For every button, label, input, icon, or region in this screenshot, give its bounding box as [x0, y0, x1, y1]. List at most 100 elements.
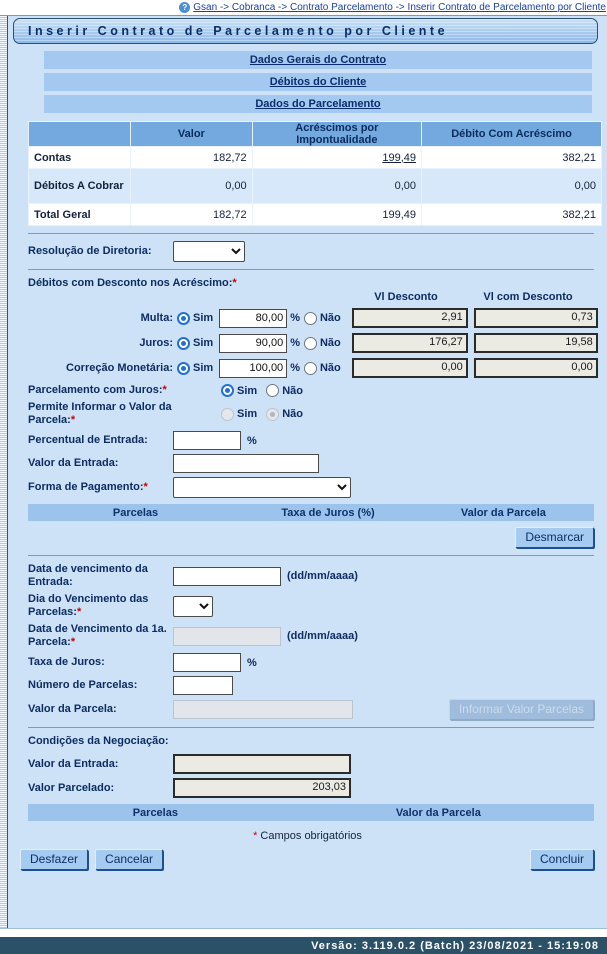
- total-valor: 182,72: [131, 204, 253, 226]
- forma-pagamento-select[interactable]: [173, 477, 351, 498]
- correcao-vl-desconto-field: 0,00: [352, 358, 468, 378]
- dia-vencimento-label: Dia do Vencimento das Parcelas:: [28, 593, 148, 618]
- main-content: Inserir Contrato de Parcelamento por Cli…: [8, 16, 607, 929]
- page-title: Inserir Contrato de Parcelamento por Cli…: [14, 24, 448, 38]
- debitos-acrescimos: 0,00: [252, 169, 421, 204]
- version-text: Versão: 3.119.0.2 (Batch) 23/08/2021 - 1…: [311, 940, 599, 952]
- data-1a-parcela-label: Data de Vencimento da 1a. Parcela:: [28, 623, 167, 648]
- multa-sim-label: Sim: [193, 312, 213, 324]
- parcelamento-juros-label: Parcelamento com Juros:: [28, 384, 163, 396]
- col-parcelas: Parcelas: [28, 807, 283, 819]
- desfazer-button[interactable]: Desfazer: [20, 849, 88, 870]
- percentual-entrada-label: Percentual de Entrada:: [28, 434, 173, 447]
- condicoes-negociacao-label: Condições da Negociação:: [28, 735, 173, 748]
- required-asterisk: *: [163, 384, 167, 396]
- data-vencimento-entrada-label: Data de vencimento da Entrada:: [28, 563, 173, 589]
- header-valor: Valor: [131, 122, 253, 147]
- header-acrescimos: Acréscimos por Impontualidade: [252, 122, 421, 147]
- juros-percent-input[interactable]: [219, 334, 287, 353]
- breadcrumb[interactable]: Gsan -> Cobranca -> Contrato Parcelament…: [193, 2, 606, 13]
- header-empty: [29, 122, 131, 147]
- parcelamento-juros-nao-radio[interactable]: [266, 384, 279, 397]
- multa-percent-input[interactable]: [219, 309, 287, 328]
- correcao-sim-label: Sim: [193, 362, 213, 374]
- debitos-valor: 0,00: [131, 169, 253, 204]
- link-dados-parcelamento[interactable]: Dados do Parcelamento: [255, 98, 380, 110]
- parcelamento-juros-sim-radio[interactable]: [221, 384, 234, 397]
- divider: [28, 233, 594, 234]
- divider: [28, 727, 594, 728]
- multa-sim-radio[interactable]: [177, 312, 190, 325]
- valor-entrada-label: Valor da Entrada:: [28, 457, 173, 470]
- valor-entrada-input[interactable]: [173, 454, 319, 473]
- juros-sim-radio[interactable]: [177, 337, 190, 350]
- concluir-button[interactable]: Concluir: [530, 849, 594, 870]
- multa-nao-label: Não: [320, 312, 341, 324]
- link-debitos-cliente[interactable]: Débitos do Cliente: [270, 76, 367, 88]
- taxa-juros-input[interactable]: [173, 653, 241, 672]
- divider: [28, 269, 594, 270]
- correcao-label: Correção Monetária:: [28, 362, 173, 374]
- correcao-sim-radio[interactable]: [177, 362, 190, 375]
- table-row-contas: Contas 182,72 199,49 382,21: [29, 147, 602, 169]
- required-asterisk: *: [232, 277, 236, 289]
- parcelamento-juros-sim-label: Sim: [237, 385, 257, 397]
- permite-informar-label: Permite Informar o Valor da Parcela:: [28, 401, 172, 426]
- table-row-debitos-a-cobrar: Débitos A Cobrar 0,00 0,00 0,00: [29, 169, 602, 204]
- link-dados-gerais-contrato[interactable]: Dados Gerais do Contrato: [250, 54, 386, 66]
- total-acrescimos: 199,49: [252, 204, 421, 226]
- debitos-desconto-label: Débitos com Desconto nos Acréscimo:: [28, 277, 232, 289]
- required-fields-note: * Campos obrigatórios: [8, 830, 607, 842]
- numero-parcelas-input[interactable]: [173, 676, 233, 695]
- juros-nao-label: Não: [320, 337, 341, 349]
- correcao-percent-input[interactable]: [219, 359, 287, 378]
- correcao-nao-radio[interactable]: [304, 362, 317, 375]
- left-decorative-stripes: [0, 16, 8, 929]
- parcelas-footer-bar: Parcelas Valor da Parcela: [28, 804, 594, 821]
- data-1a-parcela-input: [173, 627, 281, 646]
- date-format-hint: (dd/mm/aaaa): [287, 570, 358, 582]
- percentual-entrada-input[interactable]: [173, 431, 241, 450]
- total-debito: 382,21: [422, 204, 602, 226]
- juros-row: Juros: Sim % Não 176,27 19,58: [28, 333, 594, 353]
- version-footer: Versão: 3.119.0.2 (Batch) 23/08/2021 - 1…: [0, 937, 607, 954]
- contas-debito: 382,21: [422, 147, 602, 169]
- multa-label: Multa:: [28, 312, 173, 324]
- cancelar-button[interactable]: Cancelar: [95, 849, 163, 870]
- section-bar-dados-gerais: Dados Gerais do Contrato: [44, 51, 592, 69]
- resolucao-diretoria-label: Resolução de Diretoria:: [28, 245, 173, 258]
- help-icon[interactable]: ?: [179, 2, 190, 13]
- table-header-row: Valor Acréscimos por Impontualidade Débi…: [29, 122, 602, 147]
- resolucao-diretoria-select[interactable]: [173, 241, 245, 262]
- debitos-debito: 0,00: [422, 169, 602, 204]
- percent-sign: %: [247, 435, 257, 447]
- divider: [28, 555, 594, 556]
- multa-nao-radio[interactable]: [304, 312, 317, 325]
- correcao-monetaria-row: Correção Monetária: Sim % Não 0,00 0,00: [28, 358, 594, 378]
- correcao-vl-com-desconto-field: 0,00: [474, 358, 598, 378]
- required-asterisk: *: [144, 481, 148, 493]
- forma-pagamento-label: Forma de Pagamento:: [28, 481, 144, 493]
- juros-label: Juros:: [28, 337, 173, 349]
- desmarcar-button[interactable]: Desmarcar: [515, 527, 594, 548]
- juros-vl-desconto-field: 176,27: [352, 333, 468, 353]
- numero-parcelas-label: Número de Parcelas:: [28, 679, 173, 692]
- col-parcelas: Parcelas: [28, 507, 243, 519]
- dia-vencimento-select[interactable]: [173, 596, 213, 617]
- multa-vl-desconto-field: 2,91: [352, 308, 468, 328]
- valor-parcelado-field: 203,03: [173, 778, 351, 798]
- permite-informar-sim-label: Sim: [237, 408, 257, 420]
- data-vencimento-entrada-input[interactable]: [173, 567, 281, 586]
- required-asterisk: *: [253, 830, 257, 842]
- percent-sign: %: [290, 362, 300, 374]
- juros-sim-label: Sim: [193, 337, 213, 349]
- contas-acrescimos-link[interactable]: 199,49: [382, 152, 416, 164]
- col-header-vl-com-desconto: Vl com Desconto: [468, 291, 588, 303]
- col-taxa-juros: Taxa de Juros (%): [243, 507, 413, 519]
- multa-vl-com-desconto-field: 0,73: [474, 308, 598, 328]
- juros-nao-radio[interactable]: [304, 337, 317, 350]
- parcelamento-juros-nao-label: Não: [282, 385, 303, 397]
- taxa-juros-label: Taxa de Juros:: [28, 656, 173, 669]
- debits-summary-table: Valor Acréscimos por Impontualidade Débi…: [28, 121, 602, 226]
- required-asterisk: *: [71, 414, 75, 426]
